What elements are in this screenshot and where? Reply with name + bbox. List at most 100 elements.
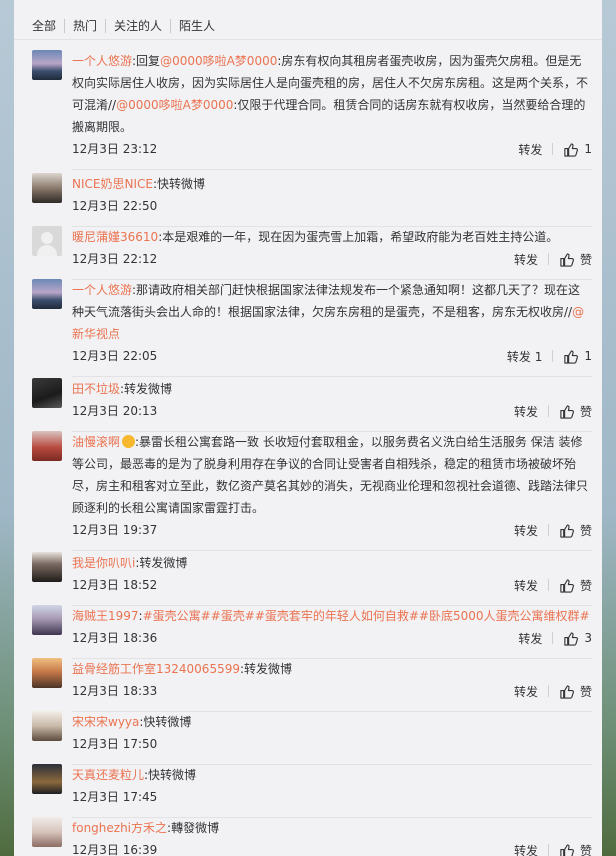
forward-button[interactable]: 转发 xyxy=(514,251,538,268)
thumb-up-icon xyxy=(564,142,579,157)
comment-text: 我是你叭叭i:转发微博 xyxy=(72,552,592,574)
comment-text: 一个人悠游:那请政府相关部门赶快根据国家法律法规发布一个紧急通知啊！这都几天了？… xyxy=(72,279,592,345)
commenter-name[interactable]: 天真还麦粒儿 xyxy=(72,768,144,782)
forward-button[interactable]: 转发 xyxy=(518,141,542,158)
comment-body: :转发微博 xyxy=(239,662,293,676)
avatar[interactable] xyxy=(32,279,62,309)
divider xyxy=(547,579,549,591)
avatar[interactable] xyxy=(32,431,62,461)
commenter-name[interactable]: 暖尼蒲嫤36610 xyxy=(72,230,158,244)
like-button[interactable]: 赞 xyxy=(559,577,592,594)
commenter-name[interactable]: 海贼王1997 xyxy=(72,609,139,623)
commenter-name[interactable]: 宋宋宋wyya xyxy=(72,715,139,729)
comment-text: 海贼王1997:#蛋壳公寓##蛋壳##蛋壳套牢的年轻人如何自救##卧底5000人… xyxy=(72,605,592,627)
commenter-name[interactable]: NICE奶思NICE xyxy=(72,177,153,191)
commenter-name[interactable]: fonghezhi方禾之 xyxy=(72,821,167,835)
thumb-up-icon xyxy=(560,578,574,593)
avatar[interactable] xyxy=(32,552,62,582)
avatar[interactable] xyxy=(32,50,62,80)
avatar[interactable] xyxy=(32,658,62,688)
like-count: 3 xyxy=(584,631,592,645)
divider xyxy=(547,844,549,856)
commenter-name[interactable]: 我是你叭叭i xyxy=(72,556,135,570)
comment-meta: 12月3日 22:50 xyxy=(72,196,592,216)
forward-button[interactable]: 转发 xyxy=(514,842,538,856)
commenter-name[interactable]: 田不垃圾 xyxy=(72,382,120,396)
like-button[interactable]: 1 xyxy=(563,142,592,157)
like-count: 赞 xyxy=(579,523,592,538)
mention-link[interactable]: #蛋壳公寓##蛋壳##蛋壳套牢的年轻人如何自救##卧底5000人蛋壳公寓维权群# xyxy=(143,609,590,623)
avatar[interactable] xyxy=(32,378,62,408)
comment-meta: 12月3日 18:33 转发 赞 xyxy=(72,681,592,701)
comment-actions: 转发 1 1 xyxy=(507,346,592,366)
comment-meta: 12月3日 23:12 转发 1 xyxy=(72,139,592,159)
avatar[interactable] xyxy=(32,605,62,635)
like-button[interactable]: 赞 xyxy=(559,842,592,856)
like-button[interactable]: 赞 xyxy=(559,403,592,420)
comment-actions: 转发 赞 xyxy=(514,401,592,421)
tab-hot[interactable]: 热门 xyxy=(64,19,105,33)
comment-text: 田不垃圾:转发微博 xyxy=(72,378,592,400)
forward-button[interactable]: 转发 xyxy=(514,522,538,539)
comment-actions: 转发 赞 xyxy=(514,840,592,856)
divider xyxy=(547,405,549,417)
divider xyxy=(552,632,554,644)
comment-text: 天真还麦粒儿:快转微博 xyxy=(72,764,592,786)
timestamp: 12月3日 18:33 xyxy=(72,684,158,698)
comment-meta: 12月3日 22:05 转发 1 1 xyxy=(72,346,592,366)
timestamp: 12月3日 18:36 xyxy=(72,631,158,645)
comment-body: :快转微博 xyxy=(139,715,192,729)
thumb-up-icon xyxy=(560,252,574,267)
like-button[interactable]: 赞 xyxy=(559,683,592,700)
tab-following[interactable]: 关注的人 xyxy=(105,19,170,33)
like-button[interactable]: 1 xyxy=(563,349,592,364)
like-button[interactable]: 赞 xyxy=(559,251,592,268)
avatar[interactable] xyxy=(32,711,62,741)
comment-divider xyxy=(72,550,592,551)
timestamp: 12月3日 22:50 xyxy=(72,199,158,213)
forward-button[interactable]: 转发 xyxy=(514,683,538,700)
like-button[interactable]: 3 xyxy=(563,631,592,646)
avatar[interactable] xyxy=(32,226,62,256)
comment-meta: 12月3日 18:36 转发 3 xyxy=(72,628,592,648)
comment-text: 益骨经筋工作室13240065599:转发微博 xyxy=(72,658,592,680)
comment-actions: 转发 赞 xyxy=(514,575,592,595)
divider xyxy=(547,685,549,697)
forward-button[interactable]: 转发 1 xyxy=(507,348,542,365)
thumb-up-icon xyxy=(564,349,579,364)
comment-body: :那请政府相关部门赶快根据国家法律法规发布一个紧急通知啊！这都几天了？现在这种天… xyxy=(72,283,581,319)
divider xyxy=(552,143,554,155)
mention-link[interactable]: @0000哆啦A梦0000 xyxy=(116,98,233,112)
like-count: 赞 xyxy=(579,843,592,856)
comment-actions: 转发 1 xyxy=(518,139,592,159)
tab-strangers[interactable]: 陌生人 xyxy=(170,19,223,33)
emoji-icon xyxy=(122,435,136,448)
timestamp: 12月3日 17:45 xyxy=(72,790,158,804)
like-button[interactable]: 赞 xyxy=(559,522,592,539)
thumb-up-icon xyxy=(560,684,574,699)
comment-text: 油慢滚啊:暴雷长租公寓套路一致 长收短付套取租金，以服务费名义洗白给生活服务 保… xyxy=(72,431,592,519)
comment-body: :暴雷长租公寓套路一致 长收短付套取租金，以服务费名义洗白给生活服务 保洁 装修… xyxy=(72,435,589,515)
comment-body: :轉發微博 xyxy=(167,821,220,835)
forward-button[interactable]: 转发 xyxy=(514,403,538,420)
commenter-name[interactable]: 一个人悠游 xyxy=(72,283,132,297)
forward-button[interactable]: 转发 xyxy=(514,577,538,594)
comment-text: fonghezhi方禾之:轉發微博 xyxy=(72,817,592,839)
avatar[interactable] xyxy=(32,173,62,203)
mention-link[interactable]: @0000哆啦A梦0000 xyxy=(160,54,277,68)
comment-meta: 12月3日 18:52 转发 赞 xyxy=(72,575,592,595)
like-count: 1 xyxy=(584,349,592,363)
avatar[interactable] xyxy=(32,817,62,847)
commenter-name[interactable]: 油慢滚啊 xyxy=(72,435,120,449)
commenter-name[interactable]: 一个人悠游 xyxy=(72,54,132,68)
thumb-up-icon xyxy=(560,404,574,419)
tab-all[interactable]: 全部 xyxy=(32,19,64,33)
comment-text: NICE奶思NICE:快转微博 xyxy=(72,173,592,195)
timestamp: 12月3日 19:37 xyxy=(72,523,158,537)
avatar[interactable] xyxy=(32,764,62,794)
commenter-name[interactable]: 益骨经筋工作室13240065599 xyxy=(72,662,240,676)
like-count: 1 xyxy=(584,142,592,156)
forward-button[interactable]: 转发 xyxy=(518,630,542,647)
like-count: 赞 xyxy=(579,684,592,699)
timestamp: 12月3日 18:52 xyxy=(72,578,158,592)
